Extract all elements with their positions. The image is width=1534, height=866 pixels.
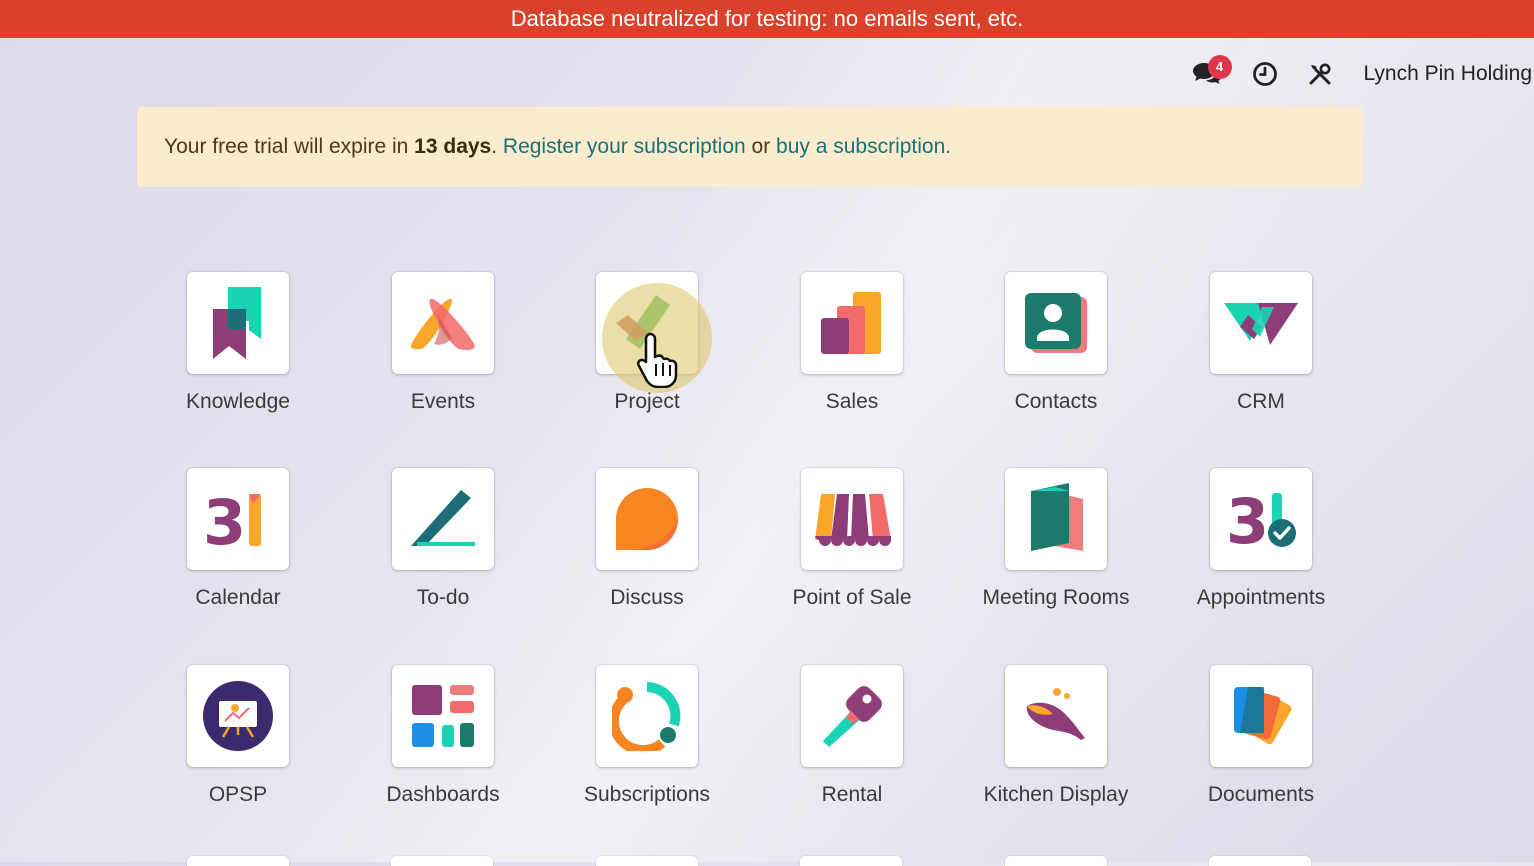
app-label: Subscriptions [557, 783, 737, 807]
documents-icon [1210, 665, 1312, 767]
app-label: Appointments [1171, 586, 1351, 610]
app-label: OPSP [148, 783, 328, 807]
app-dashboards[interactable]: Dashboards [353, 665, 533, 807]
app-label: Calendar [148, 586, 328, 610]
app-meeting-rooms[interactable]: Meeting Rooms [966, 468, 1146, 610]
dashboards-icon [392, 665, 494, 767]
opsp-icon [187, 665, 289, 767]
clock-icon[interactable] [1252, 61, 1278, 87]
company-switcher[interactable]: Lynch Pin Holding [1364, 62, 1533, 86]
meeting-rooms-icon [1005, 468, 1107, 570]
app-tile-partial [391, 856, 493, 866]
app-label: Knowledge [148, 390, 328, 414]
svg-text:3: 3 [203, 488, 246, 550]
app-project[interactable]: Project [557, 272, 737, 414]
appointments-icon: 3 [1210, 468, 1312, 570]
app-events[interactable]: Events [353, 272, 533, 414]
app-subscriptions[interactable]: Subscriptions [557, 665, 737, 807]
app-label: Sales [762, 390, 942, 414]
tools-icon[interactable] [1308, 62, 1332, 86]
trial-prefix: Your free trial will expire in [164, 135, 414, 158]
svg-text:3: 3 [1226, 487, 1269, 551]
kitchen-display-icon [1005, 665, 1107, 767]
app-kitchen-display[interactable]: Kitchen Display [966, 665, 1146, 807]
app-label: Meeting Rooms [966, 586, 1146, 610]
app-tile-partial [1209, 856, 1311, 866]
app-documents[interactable]: Documents [1171, 665, 1351, 807]
contacts-icon [1005, 272, 1107, 374]
sales-icon [801, 272, 903, 374]
todo-icon [392, 468, 494, 570]
app-label: Project [557, 390, 737, 414]
app-crm[interactable]: CRM [1171, 272, 1351, 414]
systray: 4 Lynch Pin Holding [1162, 56, 1534, 92]
chat-icon[interactable]: 4 [1192, 61, 1222, 87]
app-tile-partial [800, 856, 902, 866]
app-label: Point of Sale [762, 586, 942, 610]
subscriptions-icon [596, 665, 698, 767]
app-tile-partial [187, 856, 289, 866]
project-icon [596, 272, 698, 374]
app-label: Kitchen Display [966, 783, 1146, 807]
rental-icon [801, 665, 903, 767]
app-discuss[interactable]: Discuss [557, 468, 737, 610]
app-sales[interactable]: Sales [762, 272, 942, 414]
app-tile-partial [1005, 856, 1107, 866]
point-of-sale-icon [801, 468, 903, 570]
app-opsp[interactable]: OPSP [148, 665, 328, 807]
app-todo[interactable]: To-do [353, 468, 533, 610]
register-subscription-link[interactable]: Register your subscription [503, 135, 746, 158]
discuss-icon [596, 468, 698, 570]
app-label: Events [353, 390, 533, 414]
app-label: Documents [1171, 783, 1351, 807]
calendar-icon: 3 [187, 468, 289, 570]
app-label: Discuss [557, 586, 737, 610]
trial-dot: . [491, 135, 503, 158]
events-icon [392, 272, 494, 374]
knowledge-icon [187, 272, 289, 374]
app-label: CRM [1171, 390, 1351, 414]
chat-badge: 4 [1208, 55, 1232, 79]
trial-or: or [746, 135, 776, 158]
neutralized-banner: Database neutralized for testing: no ema… [0, 0, 1534, 38]
app-tile-partial [596, 856, 698, 866]
app-label: Contacts [966, 390, 1146, 414]
buy-subscription-link[interactable]: buy a subscription. [776, 135, 951, 158]
app-label: Rental [762, 783, 942, 807]
app-point-of-sale[interactable]: Point of Sale [762, 468, 942, 610]
app-label: To-do [353, 586, 533, 610]
app-knowledge[interactable]: Knowledge [148, 272, 328, 414]
crm-icon [1210, 272, 1312, 374]
trial-notice: Your free trial will expire in 13 days. … [137, 107, 1363, 187]
app-contacts[interactable]: Contacts [966, 272, 1146, 414]
app-label: Dashboards [353, 783, 533, 807]
app-rental[interactable]: Rental [762, 665, 942, 807]
app-calendar[interactable]: 3 Calendar [148, 468, 328, 610]
trial-days: 13 days [414, 135, 491, 158]
app-appointments[interactable]: 3 Appointments [1171, 468, 1351, 610]
